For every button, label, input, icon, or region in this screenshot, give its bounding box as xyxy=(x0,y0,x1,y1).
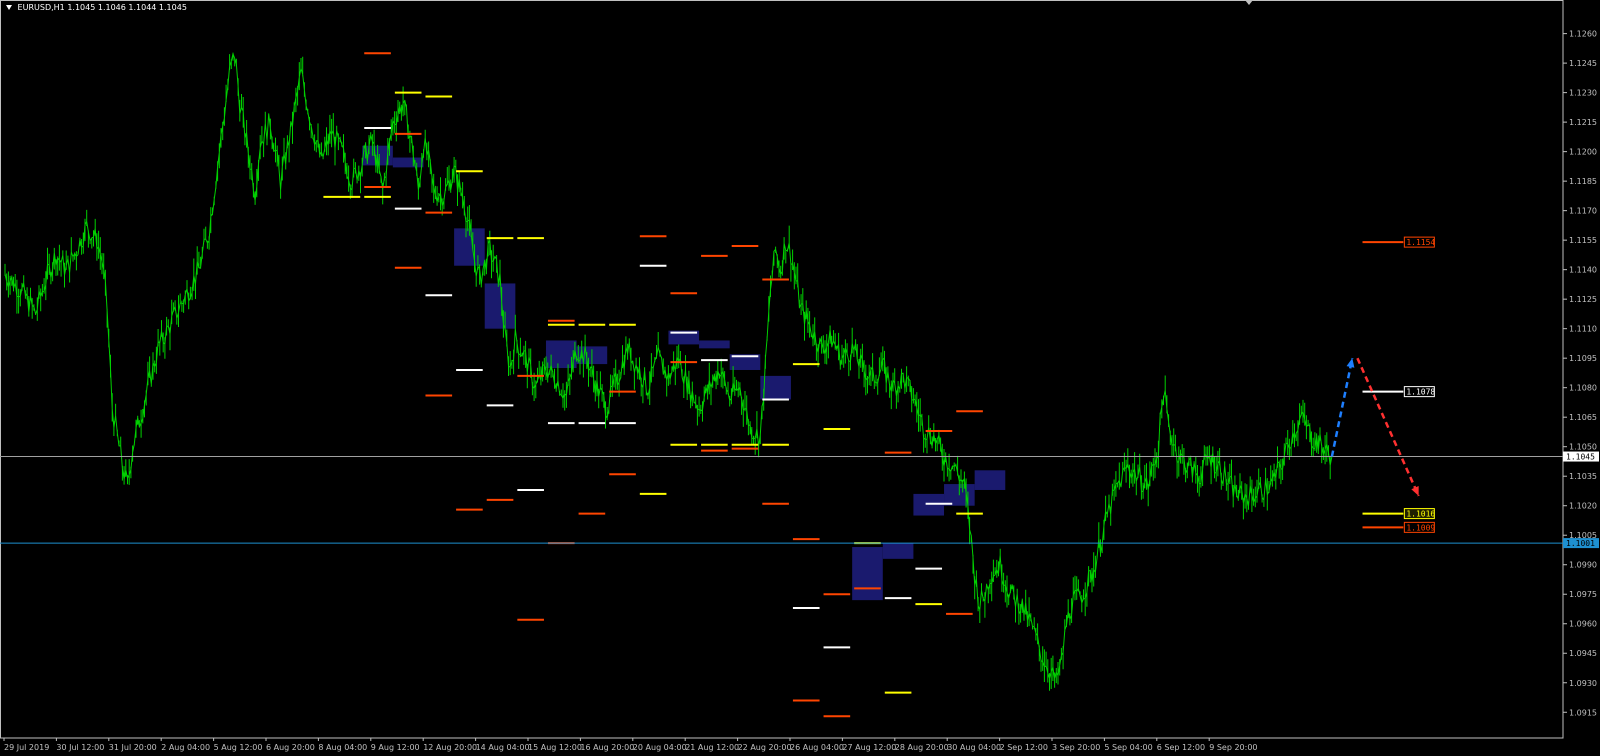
x-tick-label: 2 Aug 04:00 xyxy=(161,743,210,752)
projected-level-label: 1.1154 xyxy=(1406,238,1435,247)
x-tick-label: 2 Sep 12:00 xyxy=(1000,743,1048,752)
x-tick-label: 5 Sep 04:00 xyxy=(1104,743,1152,752)
y-tick-label: 1.1215 xyxy=(1569,118,1597,127)
y-tick-label: 1.1170 xyxy=(1569,207,1597,216)
x-tick-label: 9 Sep 20:00 xyxy=(1209,743,1257,752)
x-tick-label: 29 Jul 2019 xyxy=(4,743,49,752)
y-tick-label: 1.1260 xyxy=(1569,30,1597,39)
projected-level-label: 1.1016 xyxy=(1406,510,1435,519)
zone-box xyxy=(882,543,914,559)
zone-box xyxy=(484,283,516,329)
zone-box xyxy=(699,340,730,349)
y-tick-label: 1.0990 xyxy=(1569,561,1597,570)
x-tick-label: 20 Aug 04:00 xyxy=(633,743,687,752)
x-tick-label: 16 Aug 20:00 xyxy=(580,743,634,752)
price-chart[interactable]: 1.1045 1.1001 1.1154 1.1078 1.1016 1.1009 1.12… xyxy=(0,0,1600,756)
y-tick-label: 1.0975 xyxy=(1569,590,1597,599)
projected-level-label: 1.1009 xyxy=(1406,523,1435,532)
y-tick-label: 1.0915 xyxy=(1569,708,1597,717)
y-tick-label: 1.1035 xyxy=(1569,472,1597,481)
y-tick-label: 1.0945 xyxy=(1569,649,1597,658)
y-tick-label: 1.1185 xyxy=(1569,177,1597,186)
projected-level-label: 1.1078 xyxy=(1406,388,1435,397)
y-tick-label: 1.1050 xyxy=(1569,443,1597,452)
x-tick-label: 3 Sep 20:00 xyxy=(1052,743,1100,752)
price-series xyxy=(4,52,1333,691)
zone-box xyxy=(974,470,1006,490)
forecast-down-arrow-line xyxy=(1356,357,1420,497)
y-tick-label: 1.1125 xyxy=(1569,295,1597,304)
x-tick-label: 30 Jul 12:00 xyxy=(56,743,104,752)
forecast-up-arrow-line xyxy=(1330,357,1354,457)
y-tick-label: 1.1155 xyxy=(1569,236,1597,245)
x-tick-label: 30 Aug 04:00 xyxy=(947,743,1001,752)
x-tick-label: 28 Aug 20:00 xyxy=(895,743,949,752)
x-tick-label: 22 Aug 20:00 xyxy=(738,743,792,752)
y-tick-label: 1.1080 xyxy=(1569,384,1597,393)
x-tick-label: 12 Aug 20:00 xyxy=(423,743,477,752)
y-tick-label: 1.1005 xyxy=(1569,531,1597,540)
y-tick-label: 1.1095 xyxy=(1569,354,1597,363)
x-tick-label: 9 Aug 12:00 xyxy=(371,743,420,752)
forecast-up-arrow-head xyxy=(1346,358,1355,368)
y-tick-label: 1.0960 xyxy=(1569,620,1597,629)
x-tick-label: 8 Aug 04:00 xyxy=(318,743,367,752)
zone-box xyxy=(852,547,883,601)
x-tick-label: 6 Aug 20:00 xyxy=(266,743,315,752)
x-tick-label: 27 Aug 12:00 xyxy=(842,743,896,752)
y-tick-label: 1.1065 xyxy=(1569,413,1597,422)
y-tick-label: 1.1140 xyxy=(1569,266,1597,275)
x-tick-label: 15 Aug 12:00 xyxy=(528,743,582,752)
x-tick-label: 14 Aug 04:00 xyxy=(476,743,530,752)
y-tick-label: 1.1245 xyxy=(1569,59,1597,68)
x-tick-label: 26 Aug 04:00 xyxy=(790,743,844,752)
bid-price-label: 1.1045 xyxy=(1566,453,1595,462)
x-tick-label: 6 Sep 12:00 xyxy=(1157,743,1205,752)
y-tick-label: 1.1020 xyxy=(1569,502,1597,511)
x-tick-label: 21 Aug 12:00 xyxy=(685,743,739,752)
y-tick-label: 1.0930 xyxy=(1569,679,1597,688)
zone-box xyxy=(392,157,424,168)
level-price-label: 1.1001 xyxy=(1566,539,1595,548)
x-tick-label: 5 Aug 12:00 xyxy=(214,743,263,752)
x-tick-label: 31 Jul 20:00 xyxy=(109,743,157,752)
plot-frame xyxy=(0,0,1564,739)
y-tick-label: 1.1230 xyxy=(1569,89,1597,98)
y-tick-label: 1.1110 xyxy=(1569,325,1597,334)
y-tick-label: 1.1200 xyxy=(1569,148,1597,157)
